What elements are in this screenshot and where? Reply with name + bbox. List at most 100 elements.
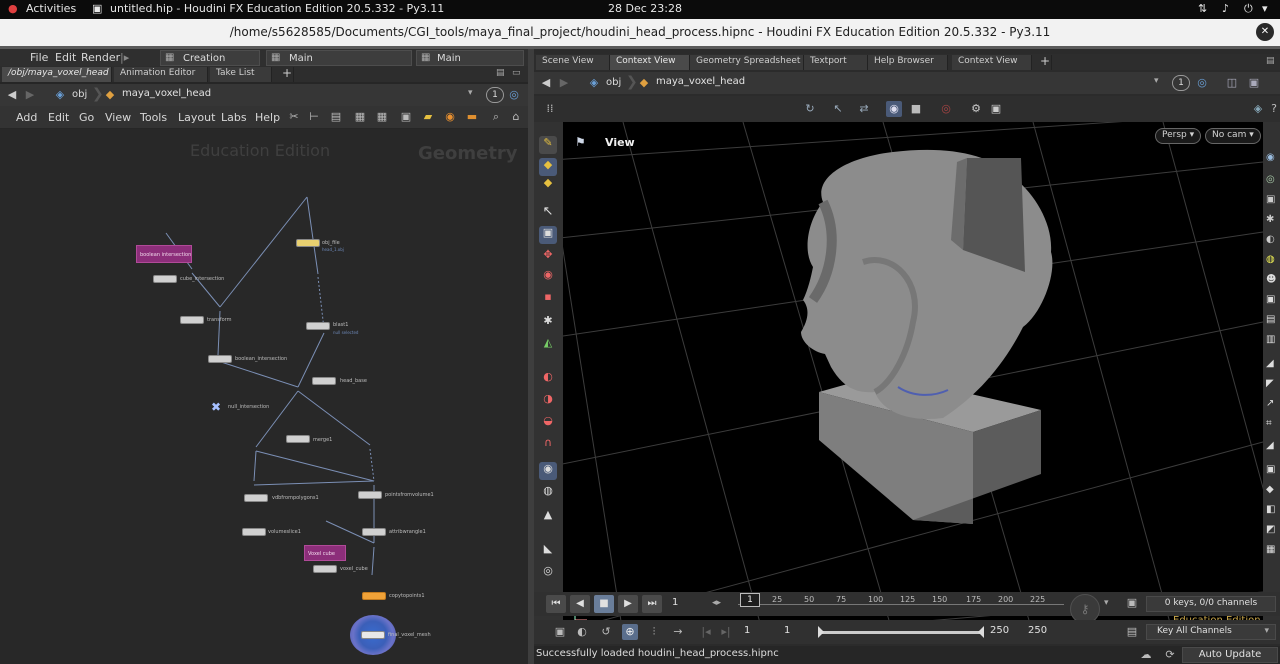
node-merge1[interactable] <box>286 435 310 443</box>
prev-key-icon[interactable]: |◂ <box>698 624 714 640</box>
menu-edit[interactable]: Edit <box>48 111 69 124</box>
display-icon[interactable]: ✱ <box>1266 214 1274 225</box>
tool-icon[interactable]: ◒ <box>539 414 557 432</box>
menu-labs[interactable]: Labs <box>221 111 247 124</box>
lock-icon[interactable]: ▣ <box>539 226 557 244</box>
display-icon[interactable]: ⌗ <box>1266 418 1272 429</box>
tab-context-view[interactable]: Context View <box>610 55 690 70</box>
tab-context-view-2[interactable]: Context View <box>952 55 1032 70</box>
camera-icon[interactable]: ◫ <box>1224 75 1240 91</box>
node-pointsfromvolume1[interactable] <box>358 491 382 499</box>
current-frame-field[interactable]: 1 <box>668 596 708 612</box>
display-options-icon[interactable]: ◈ <box>1250 101 1266 117</box>
realtime-toggle-icon[interactable]: ⊕ <box>622 624 638 640</box>
node-obj-file[interactable] <box>296 239 320 247</box>
desktop-switcher-creation[interactable]: ▦ Creation <box>160 50 260 66</box>
activities-button[interactable]: Activities <box>26 2 76 15</box>
3d-viewport[interactable]: ⚑ View Persp ▾ No cam ▾ Education Editio… <box>563 122 1263 634</box>
render-region-icon[interactable]: ◍ <box>539 484 557 502</box>
display-icon[interactable]: ▣ <box>1266 294 1275 305</box>
chevron-down-icon[interactable]: ▾ <box>1154 76 1159 86</box>
node-transform[interactable] <box>180 316 204 324</box>
sticky-note-icon[interactable]: ▰ <box>420 109 436 125</box>
pick-icon[interactable]: ↖ <box>830 101 846 117</box>
menu-tools[interactable]: Tools <box>140 111 167 124</box>
light-icon[interactable]: ◍ <box>1266 254 1275 265</box>
loop-icon[interactable]: ↺ <box>598 624 614 640</box>
audio-icon[interactable]: ▣ <box>552 624 568 640</box>
chevron-right-icon[interactable]: |▸ <box>120 51 129 64</box>
auto-update-dropdown[interactable]: Auto Update <box>1182 647 1278 663</box>
performance-icon[interactable]: ☁ <box>1138 647 1154 663</box>
tab-take-list[interactable]: Take List <box>210 67 272 82</box>
info-icon[interactable]: ? <box>1266 101 1280 117</box>
select-tool-icon[interactable]: ↖ <box>539 204 557 222</box>
power-icon[interactable]: ⏻ <box>1244 2 1253 16</box>
link-icon[interactable]: ◎ <box>1194 75 1210 91</box>
palette-icon[interactable]: ◉ <box>442 109 458 125</box>
persp-dropdown[interactable]: Persp ▾ <box>1155 128 1202 144</box>
end-frame-field-2[interactable]: 250 <box>1024 624 1062 640</box>
magnet-icon[interactable]: ∩ <box>539 436 557 454</box>
range-handle-end[interactable] <box>978 626 984 638</box>
bone-tool-icon[interactable]: ✱ <box>539 314 557 332</box>
tool-icon[interactable]: ◆ <box>539 158 557 176</box>
display-icon[interactable]: ◉ <box>1266 152 1275 163</box>
node-null-intersection[interactable]: ✖ <box>209 401 223 413</box>
sticky-note[interactable]: Voxel cube <box>304 545 346 561</box>
keyframe-icon[interactable]: ▤ <box>1124 624 1140 640</box>
menu-view[interactable]: View <box>105 111 131 124</box>
tab-scene-view[interactable]: Scene View <box>536 55 610 70</box>
key-channels-dropdown[interactable]: Key All Channels ▾ <box>1146 624 1276 640</box>
display-icon[interactable]: ◐ <box>1266 234 1275 245</box>
node-head-base[interactable] <box>312 377 336 385</box>
pane-maximize-icon[interactable]: ▭ <box>512 68 521 78</box>
step-icon[interactable]: → <box>670 624 686 640</box>
display-icon[interactable]: ▥ <box>1266 334 1275 345</box>
app-menu-title[interactable]: untitled.hip - Houdini FX Education Edit… <box>110 2 444 15</box>
next-key-icon[interactable]: ▸| <box>718 624 734 640</box>
menu-render[interactable]: Render <box>81 51 120 64</box>
display-icon[interactable]: ▤ <box>1266 314 1275 325</box>
end-frame-field[interactable]: 250 <box>986 624 1024 640</box>
swap-icon[interactable]: ⇄ <box>856 101 872 117</box>
timeline-cursor[interactable]: 1 <box>740 593 760 607</box>
camera-dropdown[interactable]: No cam ▾ <box>1205 128 1261 144</box>
clock[interactable]: 28 Dec 23:28 <box>608 2 682 15</box>
play-button[interactable]: ▶ <box>618 595 638 613</box>
step-back-button[interactable]: ◀ <box>570 595 590 613</box>
menu-go[interactable]: Go <box>79 111 94 124</box>
display-icon[interactable]: ◎ <box>1266 174 1275 185</box>
menu-layout[interactable]: Layout <box>178 111 215 124</box>
node-attribwrangle1[interactable] <box>362 528 386 536</box>
tab-textport[interactable]: Textport <box>804 55 868 70</box>
display-icon[interactable]: ◢ <box>1266 440 1274 451</box>
node-vdbfrompolygons1[interactable] <box>244 494 268 502</box>
network-icon[interactable]: ⇅ <box>1198 2 1207 15</box>
move-tool-icon[interactable]: ✥ <box>539 248 557 266</box>
back-arrow-icon[interactable]: ◀ <box>4 87 20 103</box>
scale-tool-icon[interactable]: ▪ <box>539 290 557 308</box>
path-node[interactable]: maya_voxel_head <box>118 87 478 103</box>
refresh-icon[interactable]: ⟳ <box>1162 647 1178 663</box>
skull-icon[interactable]: ☻ <box>1266 274 1276 285</box>
tab-network[interactable]: /obj/maya_voxel_head <box>2 67 112 82</box>
tool-icon[interactable]: ◣ <box>539 542 557 560</box>
gear-icon[interactable]: ⚙ <box>968 101 984 117</box>
shelf-set-main[interactable]: ▦ Main <box>266 50 412 66</box>
start-frame-field[interactable]: 1 <box>740 624 776 640</box>
tab-geometry-spreadsheet[interactable]: Geometry Spreadsheet <box>690 55 804 70</box>
tool-icon[interactable]: ◆ <box>539 176 557 194</box>
path-root[interactable]: obj <box>606 77 621 88</box>
list-icon[interactable]: ▤ <box>328 109 344 125</box>
snapshot-icon[interactable]: ▣ <box>988 101 1004 117</box>
realtime-icon[interactable]: ◐ <box>574 624 590 640</box>
rotate-tool-icon[interactable]: ◉ <box>539 268 557 286</box>
jump-end-button[interactable]: ⏭ <box>642 595 662 613</box>
back-arrow-icon[interactable]: ◀ <box>538 75 554 91</box>
add-tab-button[interactable]: + <box>1034 55 1052 70</box>
grid-view-icon[interactable]: ▦ <box>374 109 390 125</box>
display-icon[interactable]: ◆ <box>1266 484 1274 495</box>
tick-marks-icon[interactable]: ⫶ <box>646 624 662 640</box>
add-tab-button[interactable]: + <box>276 67 294 82</box>
